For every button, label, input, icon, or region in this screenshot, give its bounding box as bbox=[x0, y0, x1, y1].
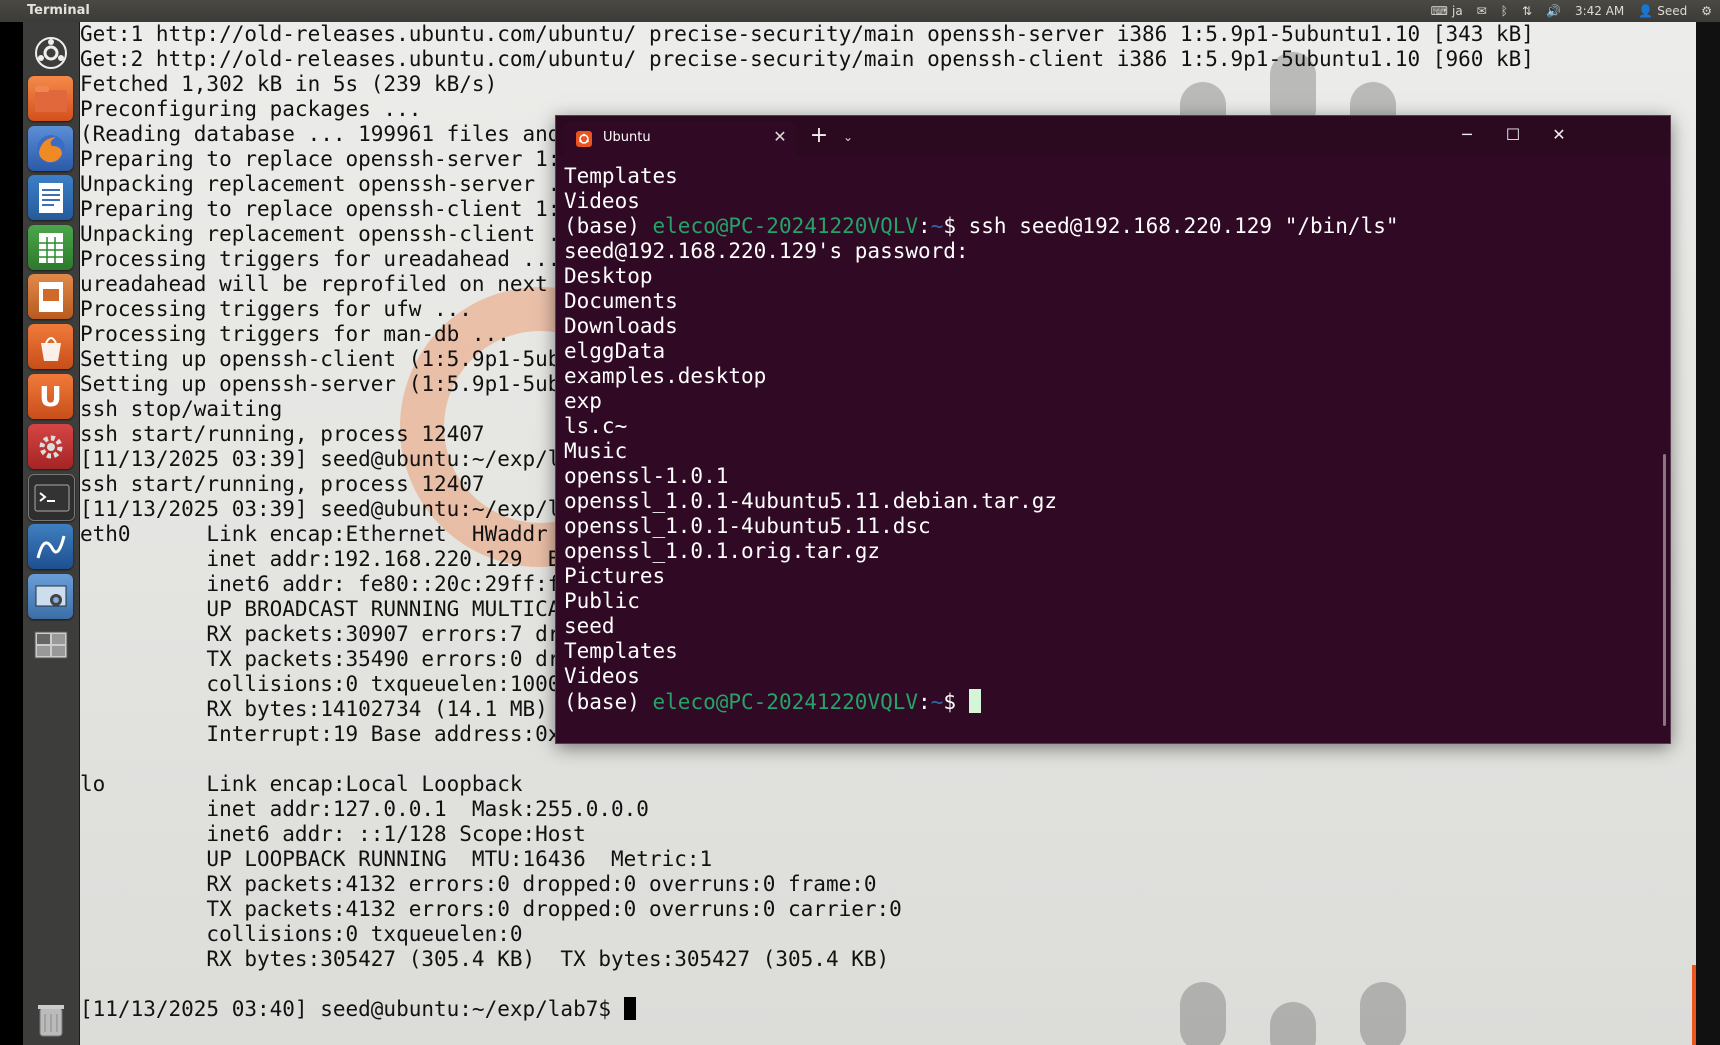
prompt-path: ~ bbox=[930, 214, 944, 238]
output-line: Videos bbox=[564, 664, 640, 688]
shell-prompt: [11/13/2025 03:40] seed@ubuntu:~/exp/lab… bbox=[80, 997, 1534, 1022]
output-line: exp bbox=[564, 389, 602, 413]
clock[interactable]: 3:42 AM bbox=[1575, 0, 1624, 22]
libreoffice-writer-icon[interactable] bbox=[28, 175, 73, 220]
output-line: elggData bbox=[564, 339, 666, 363]
new-tab-button[interactable]: + bbox=[806, 124, 832, 150]
dash-home-icon[interactable] bbox=[28, 30, 73, 75]
terminal-line: Get:2 http://old-releases.ubuntu.com/ubu… bbox=[80, 47, 1534, 71]
trash-icon[interactable] bbox=[28, 997, 73, 1042]
workspace-switcher-icon[interactable] bbox=[28, 622, 73, 667]
output-line: Music bbox=[564, 439, 628, 463]
output-line: Templates bbox=[564, 164, 678, 188]
close-button[interactable]: ✕ bbox=[1542, 122, 1576, 148]
tab-close-icon[interactable]: ✕ bbox=[770, 127, 790, 147]
output-line: openssl_1.0.1-4ubuntu5.11.debian.tar.gz bbox=[564, 489, 1058, 513]
output-line: Documents bbox=[564, 289, 678, 313]
prompt-user-host: eleco@PC-20241220VQLV bbox=[652, 690, 919, 714]
user-menu[interactable]: 👤 Seed bbox=[1638, 0, 1687, 22]
terminal-output[interactable]: Templates Videos (base) eleco@PC-20241220V… bbox=[564, 164, 1654, 736]
screen-right-edge bbox=[1696, 22, 1720, 1045]
terminal-line: RX bytes:305427 (305.4 KB) TX bytes:3054… bbox=[80, 947, 890, 971]
wireshark-icon[interactable] bbox=[28, 524, 73, 569]
keyboard-layout-label: ja bbox=[1451, 4, 1463, 18]
screenshot-icon[interactable] bbox=[28, 574, 73, 619]
keyboard-icon: ⌨ bbox=[1430, 4, 1448, 18]
files-icon[interactable] bbox=[28, 76, 73, 121]
terminal-line: RX packets:4132 errors:0 dropped:0 overr… bbox=[80, 872, 877, 896]
title-bar[interactable]: Ubuntu ✕ + ⌄ ─ ☐ ✕ bbox=[556, 116, 1670, 156]
text-cursor bbox=[968, 689, 981, 713]
maximize-button[interactable]: ☐ bbox=[1496, 122, 1530, 148]
prompt-colon: : bbox=[918, 690, 931, 714]
prompt-text: [11/13/2025 03:40] seed@ubuntu:~/exp/lab… bbox=[80, 997, 624, 1021]
command-text: ssh seed@192.168.220.129 "/bin/ls" bbox=[968, 214, 1399, 238]
terminal-line: Get:1 http://old-releases.ubuntu.com/ubu… bbox=[80, 22, 1534, 46]
windows-terminal-window[interactable]: Ubuntu ✕ + ⌄ ─ ☐ ✕ Templates Videos (base)… bbox=[556, 116, 1670, 743]
output-line: Pictures bbox=[564, 564, 666, 588]
terminal-line: collisions:0 txqueuelen:0 bbox=[80, 922, 523, 946]
chevron-down-icon[interactable]: ⌄ bbox=[839, 128, 857, 146]
system-settings-icon[interactable] bbox=[28, 424, 73, 469]
software-center-icon[interactable] bbox=[28, 324, 73, 369]
output-line: openssl-1.0.1 bbox=[564, 464, 729, 488]
firefox-icon[interactable] bbox=[28, 126, 73, 171]
power-gear-icon[interactable]: ⚙ bbox=[1701, 0, 1712, 22]
prompt-dollar: $ bbox=[943, 214, 969, 238]
output-line: Templates bbox=[564, 639, 678, 663]
terminal-line: inet addr:127.0.0.1 Mask:255.0.0.0 bbox=[80, 797, 649, 821]
bluetooth-icon[interactable]: ᛒ bbox=[1501, 0, 1508, 22]
tab-ubuntu[interactable]: Ubuntu ✕ bbox=[564, 122, 796, 156]
minimize-button[interactable]: ─ bbox=[1450, 122, 1484, 148]
output-line: openssl_1.0.1-4ubuntu5.11.dsc bbox=[564, 514, 931, 538]
scrollbar[interactable] bbox=[1663, 454, 1666, 726]
top-panel: Terminal ⌨ ja ✉ ᛒ ⇅ 🔊 3:42 AM 👤 Seed ⚙ bbox=[0, 0, 1720, 22]
shell-prompt: (base) eleco@PC-20241220VQLV:~$ ssh seed… bbox=[564, 214, 1654, 239]
terminal-line: lo Link encap:Local Loopback bbox=[80, 772, 523, 796]
prompt-colon: : bbox=[918, 214, 931, 238]
terminal-line: Fetched 1,302 kB in 5s (239 kB/s) bbox=[80, 72, 498, 96]
tab-label: Ubuntu bbox=[603, 130, 651, 145]
output-line: seed bbox=[564, 614, 615, 638]
prompt-base: (base) bbox=[564, 690, 653, 714]
accent-bar bbox=[1692, 965, 1696, 1045]
volume-icon[interactable]: 🔊 bbox=[1546, 0, 1561, 22]
prompt-user-host: eleco@PC-20241220VQLV bbox=[652, 214, 919, 238]
ubuntu-one-icon[interactable]: U bbox=[28, 374, 73, 419]
network-icon[interactable]: ⇅ bbox=[1522, 0, 1532, 22]
text-cursor bbox=[623, 997, 636, 1020]
output-line: openssl_1.0.1.orig.tar.gz bbox=[564, 539, 881, 563]
prompt-path: ~ bbox=[930, 690, 944, 714]
output-line: Downloads bbox=[564, 314, 678, 338]
user-icon: 👤 bbox=[1638, 4, 1654, 18]
indicator-area: ⌨ ja ✉ ᛒ ⇅ 🔊 3:42 AM 👤 Seed ⚙ bbox=[1431, 0, 1712, 22]
keyboard-indicator[interactable]: ⌨ ja bbox=[1431, 0, 1463, 22]
output-line: Videos bbox=[564, 189, 640, 213]
output-line: examples.desktop bbox=[564, 364, 767, 388]
shell-prompt: (base) eleco@PC-20241220VQLV:~$ bbox=[564, 689, 1654, 714]
terminal-icon[interactable] bbox=[28, 474, 75, 521]
terminal-line: inet6 addr: ::1/128 Scope:Host bbox=[80, 822, 586, 846]
user-name: Seed bbox=[1657, 4, 1688, 18]
password-prompt: seed@192.168.220.129's password: bbox=[564, 239, 969, 263]
prompt-base: (base) bbox=[564, 214, 653, 238]
output-line: Public bbox=[564, 589, 640, 613]
active-app-title: Terminal bbox=[27, 3, 90, 18]
output-line: Desktop bbox=[564, 264, 653, 288]
unity-launcher: U bbox=[0, 22, 80, 1045]
terminal-line: TX packets:4132 errors:0 dropped:0 overr… bbox=[80, 897, 902, 921]
prompt-dollar: $ bbox=[943, 690, 969, 714]
ubuntu-icon bbox=[576, 131, 592, 147]
left-edge bbox=[0, 22, 23, 1045]
libreoffice-impress-icon[interactable] bbox=[28, 274, 73, 319]
mail-icon[interactable]: ✉ bbox=[1477, 0, 1487, 22]
terminal-line: UP LOOPBACK RUNNING MTU:16436 Metric:1 bbox=[80, 847, 713, 871]
output-line: ls.c~ bbox=[564, 414, 628, 438]
libreoffice-calc-icon[interactable] bbox=[28, 225, 73, 270]
